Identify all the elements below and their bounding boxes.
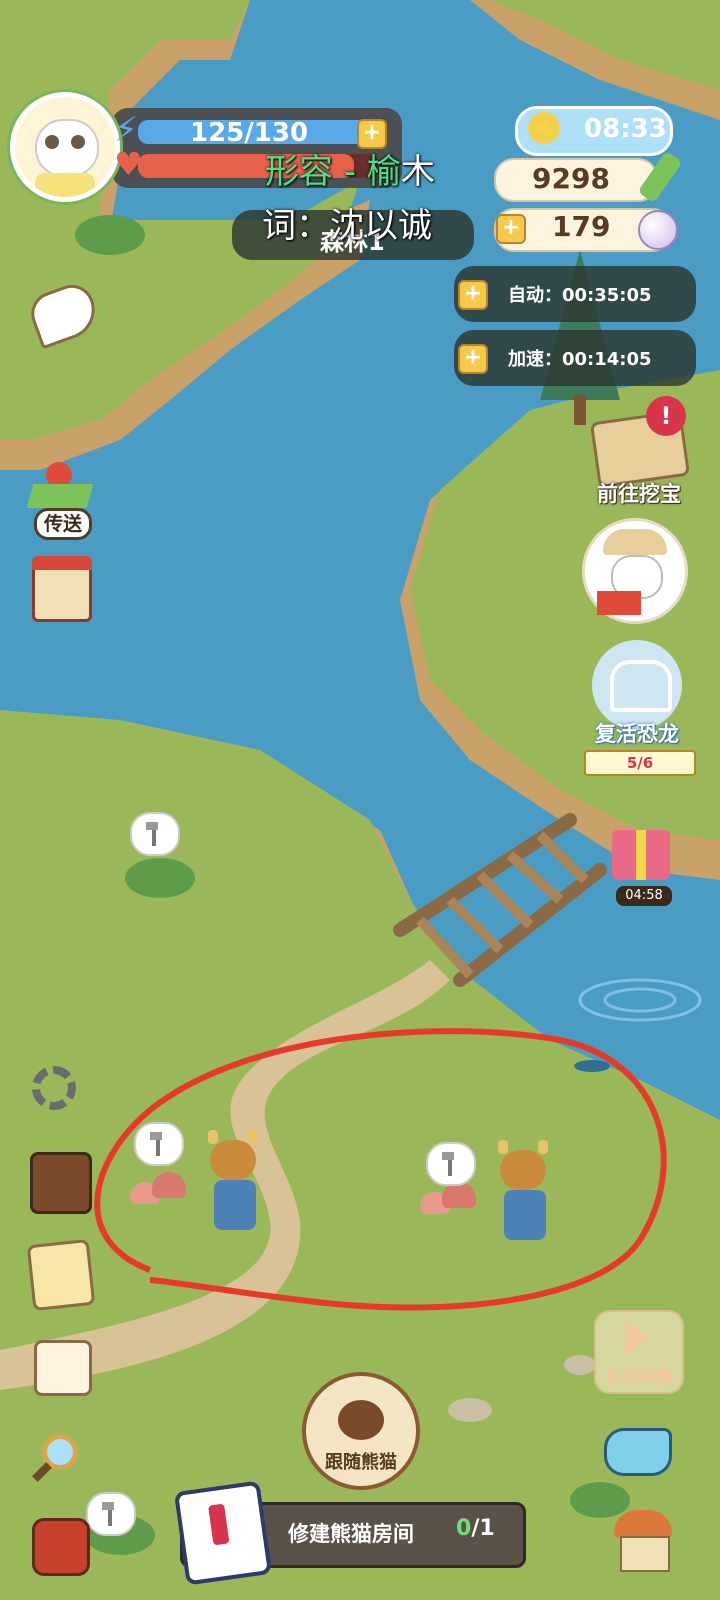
collection-button[interactable] xyxy=(26,1236,96,1312)
sun-icon xyxy=(528,112,560,144)
dino-progress-bar: 5/6 xyxy=(584,750,696,776)
explorer-hat-icon xyxy=(603,529,667,555)
speed-label: 加速：00:14:05 xyxy=(508,345,652,371)
axe-bubble-icon xyxy=(86,1492,136,1536)
paw-icon xyxy=(338,1400,384,1440)
quest-done: 0 xyxy=(456,1516,472,1541)
cow-worker[interactable] xyxy=(490,1140,560,1250)
backpack-button[interactable] xyxy=(28,1512,90,1576)
house-icon xyxy=(614,1510,672,1538)
gift-timer: 04:58 xyxy=(616,886,672,906)
panda-explorer-button[interactable] xyxy=(582,518,688,624)
pearl-count: 179 xyxy=(552,210,611,243)
pearl-icon xyxy=(638,210,678,250)
mushroom-cluster[interactable] xyxy=(130,1172,190,1212)
tshirt-icon xyxy=(34,1340,92,1396)
speed-time: 00:14:05 xyxy=(562,349,652,370)
wardrobe-button[interactable] xyxy=(28,1334,92,1396)
fish xyxy=(574,1060,610,1072)
panda-pouch-icon xyxy=(25,278,103,350)
recipe-book-icon xyxy=(30,1152,92,1214)
auto-label-text: 自动： xyxy=(508,285,562,306)
coin-count: 9298 xyxy=(532,162,610,195)
settings-button[interactable] xyxy=(28,1062,88,1122)
dinosaur-button[interactable] xyxy=(592,640,682,730)
dinosaur-skeleton-icon xyxy=(610,660,672,712)
quest-progress: 0/1 xyxy=(456,1516,495,1541)
recipe-book-button[interactable] xyxy=(28,1148,92,1214)
search-button[interactable] xyxy=(28,1430,90,1492)
heart-icon: ♥ xyxy=(114,145,143,183)
follow-label: 跟随熊猫 xyxy=(325,1452,397,1473)
dino-progress: 5/6 xyxy=(626,754,654,772)
task-book-button[interactable] xyxy=(28,552,92,622)
gift-box-button[interactable] xyxy=(610,820,674,884)
panda-avatar[interactable] xyxy=(10,92,120,202)
treasure-label: 前往挖宝 xyxy=(597,482,681,506)
backpack-icon xyxy=(32,1518,90,1576)
teleport-label: 传送 xyxy=(34,508,92,540)
mushroom-cluster[interactable] xyxy=(420,1182,480,1222)
auto-time: 00:35:05 xyxy=(562,285,652,306)
whistle-icon xyxy=(604,1428,672,1476)
play-icon xyxy=(626,1322,650,1354)
axe-bubble-icon xyxy=(426,1142,476,1186)
add-auto-button[interactable]: + xyxy=(458,280,488,310)
cow-worker[interactable] xyxy=(200,1130,270,1240)
lyric-line-2: 词：沈以诚 xyxy=(262,206,432,246)
lightning-icon: ⚡ xyxy=(114,110,138,150)
auto-collect-button[interactable]: 自动采集 xyxy=(594,1310,684,1394)
auto-label: 自动：00:35:05 xyxy=(508,281,652,307)
alert-badge-icon: ! xyxy=(646,396,686,436)
dino-label: 复活恐龙 xyxy=(595,722,679,746)
axe-bubble-icon xyxy=(130,812,180,856)
teleport-button[interactable]: 传送 xyxy=(24,456,98,540)
add-speed-button[interactable]: + xyxy=(458,344,488,374)
auto-collect-label: 自动采集 xyxy=(605,1367,673,1387)
house-button[interactable] xyxy=(610,1510,676,1572)
lyric-rest: 木 xyxy=(400,152,435,192)
lyric-line-1: 形容 - 榆木 xyxy=(265,144,435,193)
game-time: 08:33 xyxy=(584,114,667,144)
speed-label-text: 加速： xyxy=(508,349,562,370)
tag-icon xyxy=(26,1238,96,1312)
follow-panda-button[interactable]: 跟随熊猫 xyxy=(302,1372,420,1490)
quest-total: /1 xyxy=(471,1516,495,1541)
quest-label: 修建熊猫房间 xyxy=(288,1522,414,1546)
whistle-button[interactable] xyxy=(604,1420,674,1476)
quest-clipboard-icon xyxy=(173,1480,273,1586)
add-pearl-button[interactable]: + xyxy=(496,214,526,244)
lyric-highlight: 形容 - 榆 xyxy=(265,152,401,192)
axe-bubble-icon xyxy=(134,1122,184,1166)
map-pouch-button[interactable] xyxy=(25,274,103,350)
